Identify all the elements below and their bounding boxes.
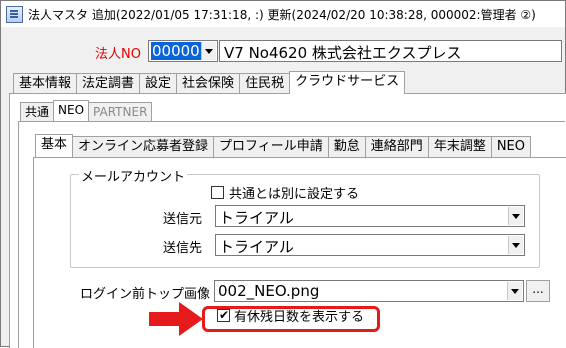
- login-image-label: ログイン前トップ画像: [80, 287, 211, 302]
- corp-name-field[interactable]: V7 No4620 株式会社エクスプレス: [219, 40, 562, 62]
- tab-partner[interactable]: PARTNER: [88, 102, 153, 121]
- tab-online-applicant[interactable]: オンライン応募者登録: [72, 136, 215, 157]
- separate-setting-label: 共通とは別に設定する: [229, 187, 360, 202]
- title-bar: 法人マスタ 追加(2022/01/05 17:31:18, :) 更新(2024…: [1, 1, 565, 27]
- red-arrow-icon: [149, 302, 203, 336]
- tab-neo[interactable]: NEO: [53, 100, 90, 121]
- tab-basic-info[interactable]: 基本情報: [13, 73, 78, 94]
- recipient-label: 送信先: [163, 241, 203, 256]
- main-tab-bar: 基本情報 法定調書 設定 社会保険 住民税 クラウドサービス: [13, 71, 406, 94]
- tab-neo-basic[interactable]: 基本: [35, 134, 74, 157]
- sender-value: トライアル: [219, 209, 294, 227]
- corp-name-value: V7 No4620 株式会社エクスプレス: [224, 44, 462, 62]
- corp-no-dropdown-button[interactable]: [201, 42, 216, 60]
- separate-setting-checkbox[interactable]: [211, 186, 224, 199]
- tab-resident-tax[interactable]: 住民税: [239, 73, 291, 94]
- sender-label: 送信元: [163, 212, 203, 227]
- app-icon: [6, 6, 23, 23]
- tab-attendance[interactable]: 勤怠: [327, 136, 366, 157]
- tab-profile-request[interactable]: プロフィール申請: [213, 136, 329, 157]
- chevron-down-icon: [511, 288, 519, 294]
- login-image-dropdown-button[interactable]: [507, 282, 522, 300]
- tab-cloud-service[interactable]: クラウドサービス: [289, 71, 406, 94]
- highlight-box: [202, 306, 380, 332]
- client-area: 法人NO 000001 V7 No4620 株式会社エクスプレス 基本情報 法定…: [1, 27, 566, 348]
- chevron-down-icon: [512, 242, 520, 248]
- tab-legal-report[interactable]: 法定調書: [76, 73, 141, 94]
- login-image-value: 002_NEO.png: [218, 282, 320, 300]
- sender-select[interactable]: トライアル: [215, 205, 525, 227]
- recipient-dropdown-button[interactable]: [508, 236, 523, 254]
- tab-common[interactable]: 共通: [20, 102, 55, 121]
- mail-account-title: メールアカウント: [79, 166, 188, 185]
- recipient-value: トライアル: [219, 238, 294, 256]
- tab-settings[interactable]: 設定: [139, 73, 178, 94]
- chevron-down-icon: [205, 48, 213, 54]
- sender-dropdown-button[interactable]: [508, 207, 523, 225]
- login-image-select[interactable]: 002_NEO.png: [214, 280, 524, 302]
- chevron-down-icon: [512, 213, 520, 219]
- neo-tab-bar: 基本 オンライン応募者登録 プロフィール申請 勤怠 連絡部門 年末調整 NEO: [35, 134, 531, 157]
- browse-button[interactable]: ...: [526, 280, 550, 302]
- tab-contact-dept[interactable]: 連絡部門: [364, 136, 429, 157]
- window: 法人マスタ 追加(2022/01/05 17:31:18, :) 更新(2024…: [0, 0, 566, 348]
- corp-no-select[interactable]: 000001: [148, 40, 218, 62]
- window-title: 法人マスタ 追加(2022/01/05 17:31:18, :) 更新(2024…: [28, 8, 536, 22]
- tab-social-insurance[interactable]: 社会保険: [176, 73, 241, 94]
- tab-year-end[interactable]: 年末調整: [427, 136, 492, 157]
- recipient-select[interactable]: トライアル: [215, 234, 525, 256]
- corp-no-label: 法人NO: [95, 47, 141, 62]
- mail-account-group: メールアカウント 共通とは別に設定する 送信元 トライアル 送信先 トライアル: [70, 166, 540, 268]
- sub-tab-bar: 共通 NEO PARTNER: [20, 100, 153, 121]
- tab-neo-more[interactable]: NEO: [490, 136, 531, 157]
